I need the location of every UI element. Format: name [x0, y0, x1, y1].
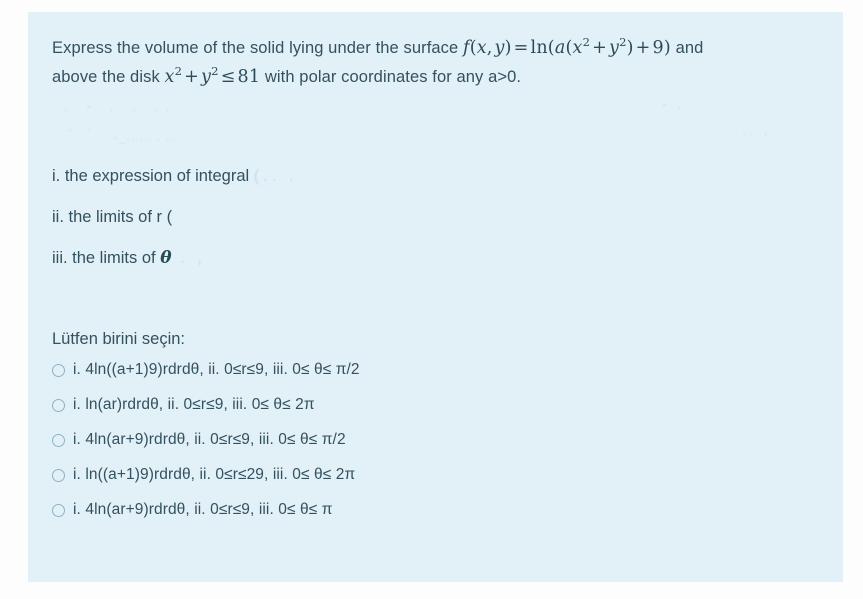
requirement-item-i: i. the expression of integral (.. .: [52, 164, 813, 188]
answer-options-list: i. 4ln((a+1)9)rdrdθ, ii. 0≤r≤9, iii. 0≤ …: [52, 360, 813, 520]
faint-artifact-region: . - . . .. . . -_...... . ... - . .. ,: [52, 92, 813, 158]
answer-option-e-label: i. 4ln(ar+9)rdrdθ, ii. 0≤r≤9, iii. 0≤ θ≤…: [73, 501, 333, 518]
radio-button-icon-d[interactable]: [52, 468, 65, 482]
radio-button-icon-a[interactable]: [52, 363, 65, 377]
choose-one-prompt: Lütfen birini seçin:: [52, 330, 185, 348]
question-line2-prefix: above the disk: [52, 68, 165, 86]
requirement-item-iii: iii. the limits of θ . ,: [52, 246, 813, 270]
faint-artifact-5: .. ,: [742, 122, 771, 139]
requirement-i-label: i. the expression of integral: [52, 167, 254, 185]
answer-option-b[interactable]: i. ln(ar)rdrdθ, ii. 0≤r≤9, iii. 0≤ θ≤ 2π: [52, 395, 813, 415]
question-text: Express the volume of the solid lying un…: [52, 34, 813, 92]
answer-option-c-label: i. 4ln(ar+9)rdrdθ, ii. 0≤r≤9, iii. 0≤ θ≤…: [73, 431, 346, 448]
answer-option-d-label: i. ln((a+1)9)rdrdθ, ii. 0≤r≤29, iii. 0≤ …: [73, 466, 356, 483]
faint-artifact-3: -_...... . ...: [114, 130, 179, 144]
theta-symbol: θ: [160, 248, 172, 268]
quiz-page: Express the volume of the solid lying un…: [0, 0, 863, 599]
requirement-i-trail: (.. .: [253, 167, 298, 185]
requirement-iii-label: iii. the limits of: [52, 249, 161, 267]
surface-formula: f(x, y) = ln(a(x2 + y2) +9): [463, 35, 671, 58]
answer-option-a[interactable]: i. 4ln((a+1)9)rdrdθ, ii. 0≤r≤9, iii. 0≤ …: [52, 360, 813, 380]
disk-formula: x2 + y2 ≤81: [164, 64, 261, 87]
question-line2-suffix: with polar coordinates for any a>0.: [260, 68, 522, 86]
answer-option-e[interactable]: i. 4ln(ar+9)rdrdθ, ii. 0≤r≤9, iii. 0≤ θ≤…: [52, 500, 813, 520]
answer-option-a-label: i. 4ln((a+1)9)rdrdθ, ii. 0≤r≤9, iii. 0≤ …: [73, 361, 360, 378]
faint-artifact-4: - .: [662, 96, 685, 113]
faint-artifact-1: . - . . ..: [64, 98, 177, 115]
question-line1-prefix: Express the volume of the solid lying un…: [52, 39, 463, 57]
question-line1-suffix: and: [670, 39, 704, 57]
radio-button-icon-b[interactable]: [52, 398, 65, 412]
requirements-list: i. the expression of integral (.. . ii. …: [52, 164, 813, 270]
answer-option-c[interactable]: i. 4ln(ar+9)rdrdθ, ii. 0≤r≤9, iii. 0≤ θ≤…: [52, 430, 813, 450]
requirement-iii-trail: . ,: [171, 249, 206, 267]
radio-button-icon-e[interactable]: [52, 503, 65, 517]
requirement-ii-label: ii. the limits of r (: [52, 208, 173, 226]
answer-option-b-label: i. ln(ar)rdrdθ, ii. 0≤r≤9, iii. 0≤ θ≤ 2π: [73, 396, 315, 413]
faint-artifact-2: . .: [68, 118, 96, 135]
requirement-item-ii: ii. the limits of r (: [52, 205, 813, 229]
radio-button-icon-c[interactable]: [52, 433, 65, 447]
question-card: Express the volume of the solid lying un…: [28, 12, 843, 582]
answer-option-d[interactable]: i. ln((a+1)9)rdrdθ, ii. 0≤r≤29, iii. 0≤ …: [52, 465, 813, 485]
